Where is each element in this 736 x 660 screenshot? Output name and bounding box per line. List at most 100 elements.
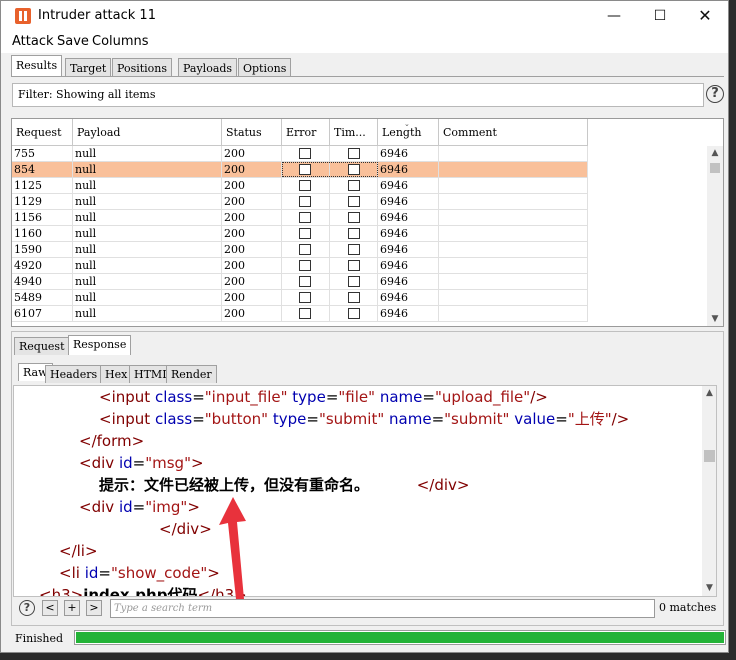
code-line: 提示：文件已经被上传，但没有重命名。 </div> — [99, 476, 470, 494]
timeout-cell — [330, 242, 378, 257]
menu-attack[interactable]: Attack — [12, 34, 54, 49]
scroll-down-icon[interactable]: ▼ — [707, 314, 723, 324]
comment-cell — [439, 290, 588, 305]
search-input[interactable]: Type a search term — [110, 599, 655, 618]
comment-cell — [439, 210, 588, 225]
error-checkbox — [299, 196, 311, 207]
column-header-error[interactable]: Error — [282, 119, 330, 146]
request-cell: 1125 — [12, 178, 73, 193]
search-help-icon[interactable]: ? — [19, 600, 35, 616]
next-match-button[interactable]: > — [86, 600, 102, 616]
comment-cell — [439, 274, 588, 289]
error-cell — [282, 226, 330, 241]
timeout-cell — [330, 306, 378, 321]
code-scrollbar[interactable]: ▲ ▼ — [702, 386, 716, 596]
tab-results[interactable]: Results — [11, 55, 63, 76]
request-cell: 6107 — [12, 306, 73, 321]
table-scrollbar[interactable]: ▲ ▼ — [707, 146, 723, 326]
table-row[interactable]: 4920 null 200 6946 — [12, 258, 588, 274]
request-cell: 1129 — [12, 194, 73, 209]
progress-bar — [74, 630, 726, 645]
status-cell: 200 — [222, 146, 282, 161]
tab-request[interactable]: Request — [14, 337, 70, 355]
view-tab-hex[interactable]: Hex — [100, 365, 133, 383]
timeout-cell — [330, 258, 378, 273]
add-button[interactable]: + — [64, 600, 80, 616]
column-header-comment[interactable]: Comment — [439, 119, 588, 146]
payload-cell: null — [73, 290, 222, 305]
status-cell: 200 — [222, 194, 282, 209]
error-cell — [282, 242, 330, 257]
error-cell — [282, 290, 330, 305]
menu-columns[interactable]: Columns — [92, 34, 149, 49]
tab-positions[interactable]: Positions — [112, 58, 173, 77]
table-row[interactable]: 1160 null 200 6946 — [12, 226, 588, 242]
error-cell — [282, 194, 330, 209]
minimize-button[interactable]: — — [591, 1, 637, 31]
filter-bar[interactable]: Filter: Showing all items — [12, 83, 704, 107]
request-cell: 854 — [12, 162, 73, 177]
error-checkbox — [299, 212, 311, 223]
timeout-checkbox — [348, 244, 360, 255]
table-row[interactable]: 854 null 200 6946 — [12, 162, 588, 178]
payload-cell: null — [73, 162, 222, 177]
error-cell — [282, 146, 330, 161]
prev-match-button[interactable]: < — [42, 600, 58, 616]
match-count: 0 matches — [659, 601, 717, 614]
code-scroll-up-icon[interactable]: ▲ — [702, 388, 716, 398]
tab-target[interactable]: Target — [65, 58, 112, 77]
timeout-checkbox — [348, 228, 360, 239]
timeout-cell — [330, 226, 378, 241]
error-cell — [282, 274, 330, 289]
scroll-up-icon[interactable]: ▲ — [707, 148, 723, 158]
comment-cell — [439, 178, 588, 193]
table-row[interactable]: 5489 null 200 6946 — [12, 290, 588, 306]
maximize-button[interactable]: ☐ — [637, 1, 683, 31]
response-code-pane[interactable]: <input class="input_file" type="file" na… — [13, 385, 717, 597]
column-header-request[interactable]: Request — [12, 119, 73, 146]
intruder-window: Intruder attack 11 — ☐ ✕ Attack Save Col… — [0, 0, 729, 653]
timeout-checkbox — [348, 308, 360, 319]
column-header-status[interactable]: Status — [222, 119, 282, 146]
scroll-thumb[interactable] — [710, 163, 720, 173]
status-cell: 200 — [222, 242, 282, 257]
status-cell: 200 — [222, 162, 282, 177]
timeout-checkbox — [348, 292, 360, 303]
tab-response[interactable]: Response — [68, 335, 132, 355]
table-row[interactable]: 1129 null 200 6946 — [12, 194, 588, 210]
error-checkbox — [299, 148, 311, 159]
tab-payloads[interactable]: Payloads — [178, 58, 238, 77]
table-row[interactable]: 1125 null 200 6946 — [12, 178, 588, 194]
code-scroll-thumb[interactable] — [704, 450, 715, 462]
tab-options[interactable]: Options — [238, 58, 292, 77]
table-row[interactable]: 1590 null 200 6946 — [12, 242, 588, 258]
progress-fill — [76, 632, 724, 643]
close-button[interactable]: ✕ — [682, 1, 728, 31]
code-line: <div id="img"> — [79, 498, 200, 516]
table-row[interactable]: 1156 null 200 6946 — [12, 210, 588, 226]
length-cell: 6946 — [378, 290, 439, 305]
table-row[interactable]: 755 null 200 6946 — [12, 146, 588, 162]
column-header-timeout[interactable]: Tim... — [330, 119, 378, 146]
timeout-cell — [330, 290, 378, 305]
timeout-checkbox — [348, 180, 360, 191]
view-tab-headers[interactable]: Headers — [45, 365, 103, 383]
menu-save[interactable]: Save — [57, 34, 89, 49]
payload-cell: null — [73, 178, 222, 193]
comment-cell — [439, 226, 588, 241]
table-row[interactable]: 4940 null 200 6946 — [12, 274, 588, 290]
request-cell: 5489 — [12, 290, 73, 305]
comment-cell — [439, 258, 588, 273]
table-row-partial[interactable] — [12, 322, 588, 326]
payload-cell: null — [73, 274, 222, 289]
length-cell: 6946 — [378, 258, 439, 273]
view-tab-render[interactable]: Render — [166, 365, 217, 383]
code-line: </li> — [59, 542, 98, 560]
request-cell: 1156 — [12, 210, 73, 225]
code-scroll-down-icon[interactable]: ▼ — [702, 583, 716, 593]
window-title: Intruder attack 11 — [38, 8, 156, 23]
length-cell: 6946 — [378, 306, 439, 321]
table-row[interactable]: 6107 null 200 6946 — [12, 306, 588, 322]
help-icon[interactable]: ? — [706, 85, 724, 103]
column-header-payload[interactable]: Payload — [73, 119, 222, 146]
